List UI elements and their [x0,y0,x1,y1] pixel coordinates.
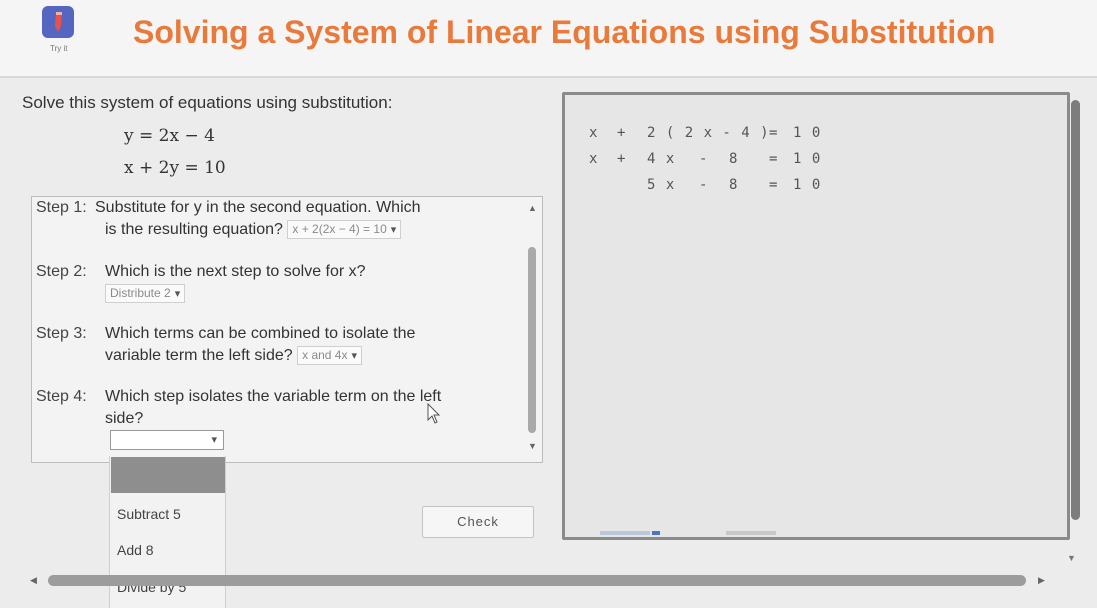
mouse-cursor-icon [427,402,441,424]
step2-question: Which is the next step to solve for x? [105,263,366,280]
step2-answer-select[interactable]: Distribute 2 ▾ [105,284,186,304]
work-equals: = [769,177,779,193]
work-area: x + 2 ( 2 x - 4 ) = 1 0 x + 4 x - 8 = 1 … [562,92,1070,540]
step3-question-cont: variable term the left side? [105,347,293,364]
work-equals: = [769,151,779,167]
scroll-down-arrow-icon[interactable]: ▼ [528,441,537,451]
step3-question: Which terms can be combined to isolate t… [105,325,416,342]
steps-scrollbar[interactable]: ▲ ▼ [524,197,542,462]
step2-label: Step 2: [36,263,87,280]
step2-answer-row: Distribute 2 ▾ [105,283,186,304]
work-term: 1 0 [793,125,822,141]
header-bar: Try it Solving a System of Linear Equati… [0,0,1097,78]
work-term: 1 0 [793,151,822,167]
scroll-left-arrow-icon[interactable]: ◀ [30,575,37,586]
problem-prompt: Solve this system of equations using sub… [22,93,393,112]
scroll-right-arrow-icon[interactable]: ▶ [1038,575,1045,586]
step4-label: Step 4: [36,388,87,405]
work-operator: + [617,125,627,141]
chevron-down-icon: ▾ [390,224,397,237]
work-term: x [589,151,599,167]
scroll-up-arrow-icon[interactable]: ▲ [528,203,537,213]
dropdown-option[interactable]: Subtract 5 [117,506,181,522]
chevron-down-icon: ▾ [351,350,358,363]
work-equals: = [769,125,779,141]
logo-caption: Try it [50,44,68,53]
work-term: 8 [729,151,739,167]
work-area-tab-marks [600,531,776,535]
work-term: 2 ( 2 x - 4 ) [647,125,770,141]
equation-2: x + 2y = 10 [124,158,226,178]
step1-question-line2: is the resulting equation? x + 2(2x − 4)… [105,219,402,240]
work-operator: - [699,177,709,193]
step1-selected-value: x + 2(2x − 4) = 10 [292,222,387,237]
scroll-down-arrow-icon[interactable]: ▼ [1067,553,1076,563]
step4-question-cont: side? [105,410,144,427]
equation-1: y = 2x − 4 [124,126,215,146]
chevron-down-icon: ▾ [211,434,217,446]
app-logo [42,6,74,38]
work-term: 8 [729,177,739,193]
step1-question: Substitute for y in the second equation.… [95,199,421,216]
dropdown-highlighted-option[interactable] [111,457,225,493]
work-operator: - [699,151,709,167]
steps-panel: Step 1: Substitute for y in the second e… [31,196,543,463]
step4-answer-select[interactable]: ▾ [110,430,224,450]
work-term: x [589,125,599,141]
horizontal-scroll-thumb[interactable] [48,575,1026,586]
step3-label: Step 3: [36,325,87,342]
page-title: Solving a System of Linear Equations usi… [133,14,996,50]
steps-scroll-thumb[interactable] [528,247,536,433]
chevron-down-icon: ▾ [174,288,181,301]
check-button[interactable]: Check [422,506,534,538]
dropdown-option[interactable]: Add 8 [117,542,154,558]
step3-question-line2: variable term the left side? x and 4x ▾ [105,345,363,366]
work-term: 5 x [647,177,676,193]
step1-question-cont: is the resulting equation? [105,221,283,238]
step1-answer-select[interactable]: x + 2(2x − 4) = 10 ▾ [287,220,402,240]
step1-label: Step 1: [36,199,87,216]
work-term: 4 x [647,151,676,167]
step4-question: Which step isolates the variable term on… [105,388,442,405]
work-operator: + [617,151,627,167]
step2-selected-value: Distribute 2 [110,286,171,301]
horizontal-scrollbar[interactable]: ◀ ▶ [30,573,1060,589]
step3-selected-value: x and 4x [302,348,348,363]
pencil-icon [55,12,62,32]
step3-answer-select[interactable]: x and 4x ▾ [297,346,363,366]
work-term: 1 0 [793,177,822,193]
page-scroll-thumb[interactable] [1071,100,1080,520]
